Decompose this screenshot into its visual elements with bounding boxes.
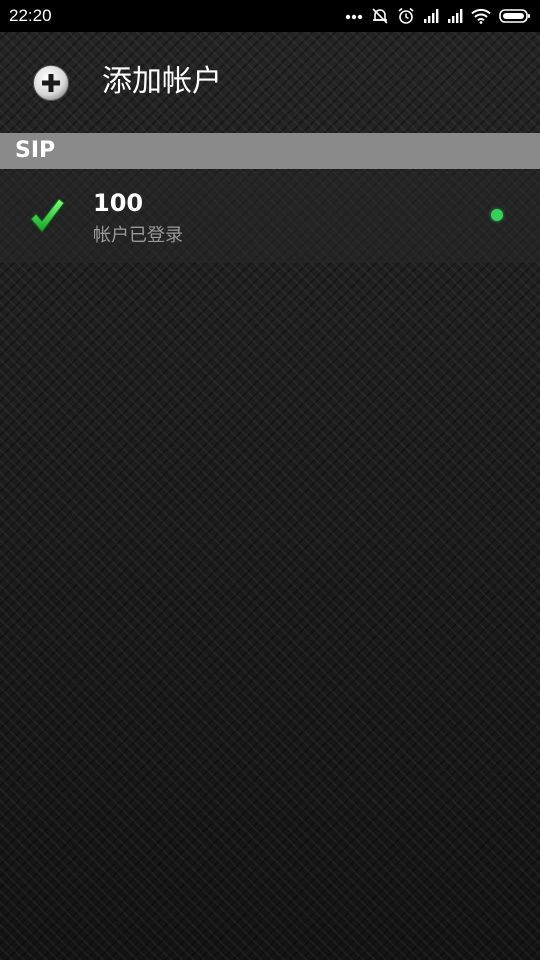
signal-icon <box>447 8 463 24</box>
section-title: SIP <box>15 138 56 163</box>
more-dots-icon <box>345 12 363 20</box>
account-row[interactable]: 100 帐户已登录 <box>0 171 540 263</box>
add-account-header[interactable]: 添加帐户 <box>0 32 540 132</box>
battery-icon <box>499 8 531 24</box>
status-bar: 22:20 <box>0 0 540 32</box>
alarm-off-icon <box>371 7 389 25</box>
status-time: 22:20 <box>9 6 52 25</box>
online-status-dot-icon <box>491 209 503 221</box>
status-icons <box>345 5 531 27</box>
checkmark-icon[interactable] <box>28 196 66 236</box>
alarm-clock-icon <box>397 7 415 25</box>
signal-icon <box>423 8 439 24</box>
section-header-sip: SIP <box>0 133 540 169</box>
wifi-icon <box>471 8 491 24</box>
plus-circle-icon[interactable] <box>32 64 70 102</box>
account-name: 100 <box>93 189 144 217</box>
add-account-label[interactable]: 添加帐户 <box>102 62 222 102</box>
account-status: 帐户已登录 <box>93 225 183 246</box>
